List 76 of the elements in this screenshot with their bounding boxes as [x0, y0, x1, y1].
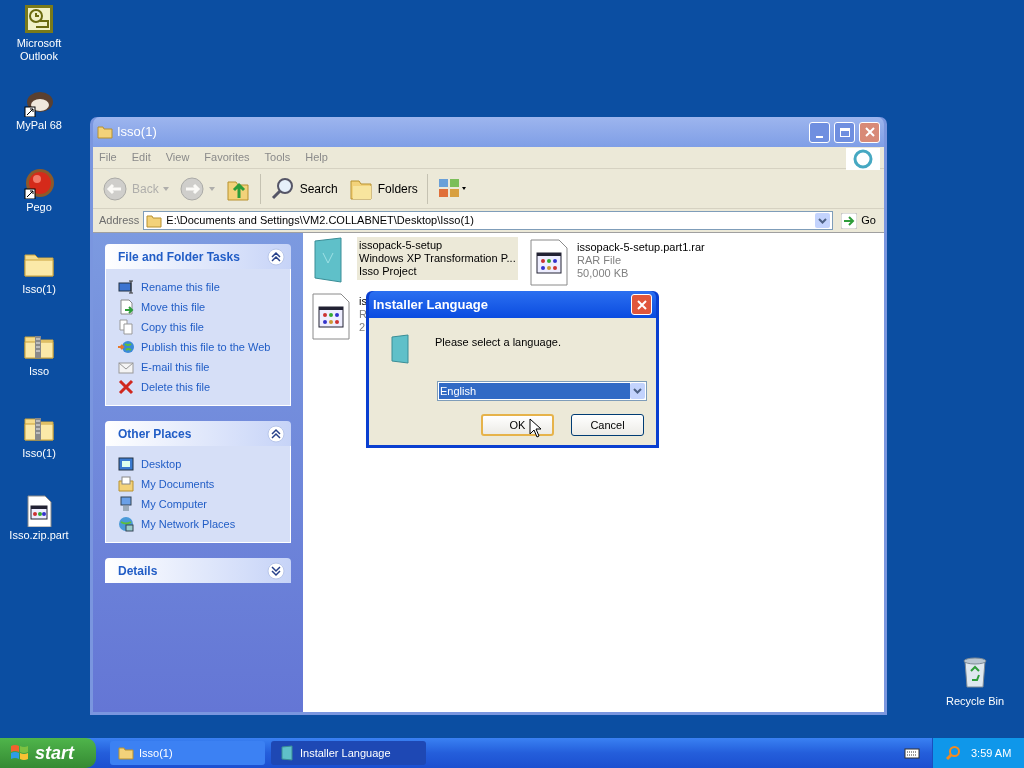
panel-header[interactable]: File and Folder Tasks [105, 244, 291, 269]
file-details[interactable]: issopack-5-setup Windows XP Transformation P... Isso Project [357, 237, 518, 280]
desktop-icon-label: MyPal 68 [15, 119, 63, 132]
close-button[interactable] [631, 294, 652, 315]
file-details[interactable]: issopack-5-setup.part1.rar RAR File 50,000 KB [575, 239, 707, 282]
move-icon [118, 299, 134, 315]
folder-icon [118, 745, 134, 761]
outlook-icon[interactable] [23, 3, 55, 35]
minimize-button[interactable] [809, 121, 830, 143]
expand-chevron-icon[interactable] [267, 561, 285, 580]
computer-icon [118, 496, 134, 512]
task-link[interactable]: My Computer [141, 495, 208, 513]
keyboard-icon [904, 747, 920, 759]
address-field[interactable]: E:\Documents and Settings\VM2.COLLABNET\Desktop\Isso(1) [143, 211, 834, 230]
task-link[interactable]: My Network Places [141, 515, 236, 533]
menu-item[interactable]: Edit [131, 149, 151, 166]
window-title: Isso(1) [117, 123, 158, 142]
dialog-message: Please select a language. [435, 335, 561, 350]
desktop-icon-label: Recycle Bin [945, 694, 1005, 709]
task-link[interactable]: Copy this file [141, 318, 204, 336]
panel-header[interactable]: Other Places [105, 421, 291, 446]
search-button[interactable]: Search [266, 171, 341, 206]
panel-header[interactable]: Details [105, 558, 291, 583]
go-button[interactable]: Go [837, 212, 880, 229]
network-icon [118, 516, 134, 532]
menu-item[interactable]: File [99, 149, 117, 166]
taskbar-button[interactable]: Isso(1) [110, 741, 265, 765]
dialog-button[interactable]: OK [481, 414, 554, 436]
installer-icon [279, 745, 295, 761]
orb-icon[interactable] [23, 167, 55, 199]
maximize-button[interactable] [834, 121, 855, 143]
start-button[interactable]: start [0, 738, 96, 768]
clock: 3:59 AM [971, 745, 1012, 761]
menu-item[interactable]: Help [305, 149, 328, 166]
task-link[interactable]: E-mail this file [141, 358, 210, 376]
taskbar-button[interactable]: Installer Language [271, 741, 426, 765]
folders-button[interactable]: Folders [344, 171, 421, 206]
dialog-button[interactable]: Cancel [571, 414, 644, 436]
task-link[interactable]: Rename this file [141, 278, 220, 296]
desktop-icon-label: Isso [27, 365, 51, 378]
address-label: Address [99, 213, 140, 229]
task-link[interactable]: Publish this file to the Web [141, 338, 271, 356]
delete-icon [118, 379, 134, 395]
close-icon [636, 299, 647, 310]
email-icon [118, 359, 134, 375]
language-dropdown[interactable]: English [437, 381, 647, 401]
close-icon [864, 127, 875, 137]
desktop-icon [118, 456, 134, 472]
installer-icon [390, 334, 412, 364]
folder-icon [146, 213, 163, 228]
document-icon[interactable] [311, 293, 351, 341]
folder-icon [97, 125, 113, 139]
copy-icon [118, 319, 134, 335]
publish-icon [118, 339, 134, 355]
collapse-chevron-icon[interactable] [267, 424, 285, 443]
menu-item[interactable]: View [165, 149, 190, 166]
task-link[interactable]: My Documents [141, 475, 215, 493]
collapse-chevron-icon[interactable] [267, 247, 285, 266]
desktop-icon-label: Pego [25, 201, 53, 214]
mouse-pointer-icon [529, 418, 541, 438]
desktop-icon-label: Microsoft Outlook [15, 37, 63, 63]
dialog-title: Installer Language [373, 295, 489, 314]
task-link[interactable]: Desktop [141, 455, 182, 473]
search-icon [269, 175, 296, 202]
documents-icon [118, 476, 134, 492]
menu-item[interactable]: Favorites [204, 149, 250, 166]
rename-icon [118, 279, 134, 295]
go-arrow-icon [841, 212, 858, 229]
desktop-icon-label: Isso.zip.part [8, 529, 70, 542]
close-button[interactable] [859, 121, 880, 143]
task-link[interactable]: Delete this file [141, 378, 211, 396]
task-link[interactable]: Move this file [141, 298, 206, 316]
menu-item[interactable]: Tools [264, 149, 291, 166]
document-icon[interactable] [529, 239, 569, 287]
desktop-icon-label: Isso(1) [21, 283, 57, 296]
desktop-icon-label: Isso(1) [21, 447, 57, 460]
